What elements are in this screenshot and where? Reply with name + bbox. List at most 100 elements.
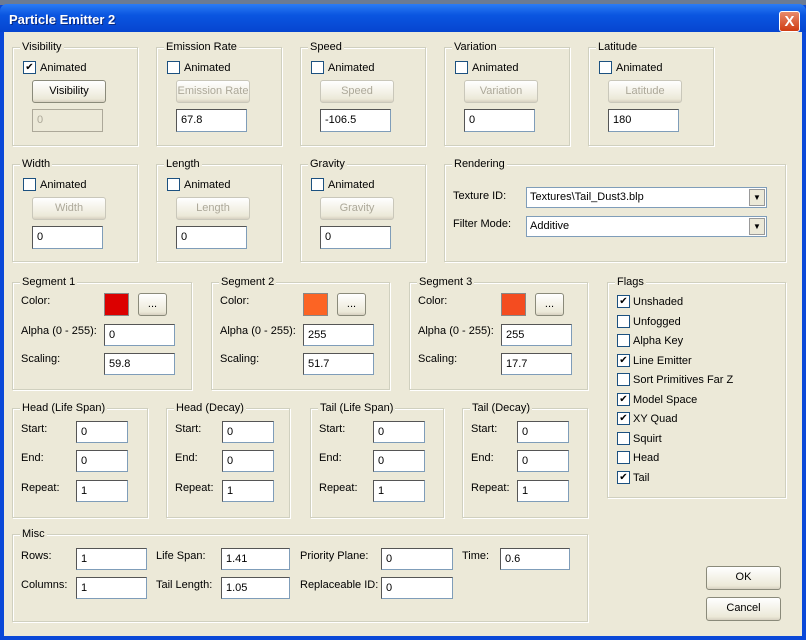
misc-priority-plane-input[interactable]: 0 <box>381 548 453 570</box>
head-life-span-repeat-input[interactable]: 1 <box>76 480 128 502</box>
tail-life-span-repeat-input[interactable]: 1 <box>373 480 425 502</box>
head-life-span-start-input[interactable]: 0 <box>76 421 128 443</box>
segment-1-scaling-input[interactable]: 59.8 <box>104 353 175 375</box>
misc-tail-length-label: Tail Length: <box>156 579 213 591</box>
filter-mode-select[interactable]: Additive ▼ <box>526 216 767 237</box>
flag-unfogged-checkbox[interactable] <box>617 314 630 328</box>
flag-xy-quad-label: XY Quad <box>633 413 678 425</box>
segment-1-group-title: Segment 1 <box>20 276 78 288</box>
flag-line-emitter-checkbox[interactable] <box>617 353 630 367</box>
speed-animated-label: Animated <box>328 62 375 74</box>
segment-2-color-swatch[interactable] <box>303 293 328 316</box>
speed-input[interactable]: -106.5 <box>320 109 391 132</box>
visibility-animated-checkbox[interactable] <box>23 61 36 74</box>
segment-1-alpha-input[interactable]: 0 <box>104 324 175 346</box>
latitude-animated-label: Animated <box>616 62 663 74</box>
visibility-button[interactable]: Visibility <box>32 80 106 103</box>
chevron-down-icon[interactable]: ▼ <box>749 189 765 206</box>
flag-sort-primitives-far-z-checkbox[interactable] <box>617 373 630 386</box>
head-life-span-group-title: Head (Life Span) <box>20 402 108 414</box>
chevron-down-icon[interactable]: ▼ <box>749 218 765 235</box>
emission-rate-group-title: Emission Rate <box>164 41 239 53</box>
latitude-input[interactable]: 180 <box>608 109 679 132</box>
width-input[interactable]: 0 <box>32 226 103 249</box>
length-input[interactable]: 0 <box>176 226 247 249</box>
misc-rows-input[interactable]: 1 <box>76 548 147 570</box>
tail-decay-repeat-input[interactable]: 1 <box>517 480 569 502</box>
tail-life-span-repeat-label: Repeat: <box>319 482 358 494</box>
flag-squirt-checkbox[interactable] <box>617 431 630 445</box>
tail-decay-group-title: Tail (Decay) <box>470 402 533 414</box>
title-bar[interactable]: Particle Emitter 2 X <box>0 4 806 32</box>
segment-2-alpha-input[interactable]: 255 <box>303 324 374 346</box>
flag-head-label: Head <box>633 452 660 464</box>
flag-head-checkbox[interactable] <box>617 451 630 464</box>
misc-life-span-label: Life Span: <box>156 550 206 562</box>
segment-2-color-picker-button[interactable]: ... <box>337 293 366 316</box>
segment-3-scaling-input[interactable]: 17.7 <box>501 353 572 375</box>
misc-columns-input[interactable]: 1 <box>76 577 147 599</box>
segment-3-group-title: Segment 3 <box>417 276 475 288</box>
segment-3-color-swatch[interactable] <box>501 293 526 316</box>
ok-button[interactable]: OK <box>706 566 781 590</box>
window-title: Particle Emitter 2 <box>9 12 116 27</box>
variation-input[interactable]: 0 <box>464 109 535 132</box>
segment-3-color-picker-button[interactable]: ... <box>535 293 564 316</box>
segment-3-alpha-input[interactable]: 255 <box>501 324 572 346</box>
misc-time-input[interactable]: 0.6 <box>500 548 570 570</box>
close-button[interactable]: X <box>779 11 800 32</box>
width-animated-checkbox[interactable] <box>23 178 36 191</box>
tail-life-span-end-label: End: <box>319 452 342 464</box>
tail-decay-start-input[interactable]: 0 <box>517 421 569 443</box>
head-decay-start-input[interactable]: 0 <box>222 421 274 443</box>
particle-emitter-dialog: Particle Emitter 2 X Visibility Animated V… <box>0 0 806 640</box>
cancel-button[interactable]: Cancel <box>706 597 781 621</box>
head-life-span-start-label: Start: <box>21 423 48 435</box>
gravity-input[interactable]: 0 <box>320 226 391 249</box>
misc-time-label: Time: <box>462 550 490 562</box>
gravity-animated-checkbox[interactable] <box>311 178 324 191</box>
flag-sort-primitives-far-z-label: Sort Primitives Far Z <box>633 374 734 386</box>
flag-unshaded-checkbox[interactable] <box>617 295 630 308</box>
latitude-group-title: Latitude <box>596 41 640 53</box>
width-animated-label: Animated <box>40 179 87 191</box>
tail-life-span-start-input[interactable]: 0 <box>373 421 425 443</box>
gravity-animated-label: Animated <box>328 179 375 191</box>
tail-decay-end-input[interactable]: 0 <box>517 450 569 472</box>
segment-3-color-label: Color: <box>418 295 448 307</box>
segment-2-alpha-label: Alpha (0 - 255): <box>220 325 296 337</box>
speed-animated-checkbox[interactable] <box>311 61 324 74</box>
segment-1-color-picker-button[interactable]: ... <box>138 293 167 316</box>
dialog-client: Visibility Animated Visibility 0 Emission Ra… <box>4 32 802 636</box>
latitude-animated-checkbox[interactable] <box>599 61 612 74</box>
flag-unfogged-label: Unfogged <box>633 315 681 328</box>
misc-tail-length-input[interactable]: 1.05 <box>221 577 290 599</box>
length-animated-checkbox[interactable] <box>167 178 180 191</box>
flag-xy-quad-checkbox[interactable] <box>617 412 630 425</box>
flag-tail-checkbox[interactable] <box>617 470 630 484</box>
variation-group-title: Variation <box>452 41 499 53</box>
gravity-button: Gravity <box>320 197 394 220</box>
emission-rate-animated-checkbox[interactable] <box>167 61 180 74</box>
texture-id-label: Texture ID: <box>453 190 507 202</box>
segment-3-alpha-label: Alpha (0 - 255): <box>418 325 494 337</box>
texture-id-select[interactable]: Textures\Tail_Dust3.blp ▼ <box>526 187 767 208</box>
head-life-span-end-input[interactable]: 0 <box>76 450 128 472</box>
head-decay-repeat-input[interactable]: 1 <box>222 480 274 502</box>
emission-rate-input[interactable]: 67.8 <box>176 109 247 132</box>
flag-model-space-checkbox[interactable] <box>617 392 630 406</box>
tail-decay-start-label: Start: <box>471 423 498 435</box>
segment-1-color-swatch[interactable] <box>104 293 129 316</box>
misc-life-span-input[interactable]: 1.41 <box>221 548 290 570</box>
segment-2-scaling-input[interactable]: 51.7 <box>303 353 374 375</box>
flag-alpha-key-checkbox[interactable] <box>617 334 630 347</box>
misc-replaceable-id-label: Replaceable ID: <box>300 579 379 591</box>
tail-life-span-end-input[interactable]: 0 <box>373 450 425 472</box>
variation-animated-checkbox[interactable] <box>455 61 468 74</box>
head-decay-end-input[interactable]: 0 <box>222 450 274 472</box>
tail-life-span-start-label: Start: <box>319 423 346 435</box>
segment-3-scaling-label: Scaling: <box>418 353 458 365</box>
misc-replaceable-id-input[interactable]: 0 <box>381 577 453 599</box>
rendering-group: Rendering <box>444 158 786 262</box>
head-decay-group-title: Head (Decay) <box>174 402 246 414</box>
